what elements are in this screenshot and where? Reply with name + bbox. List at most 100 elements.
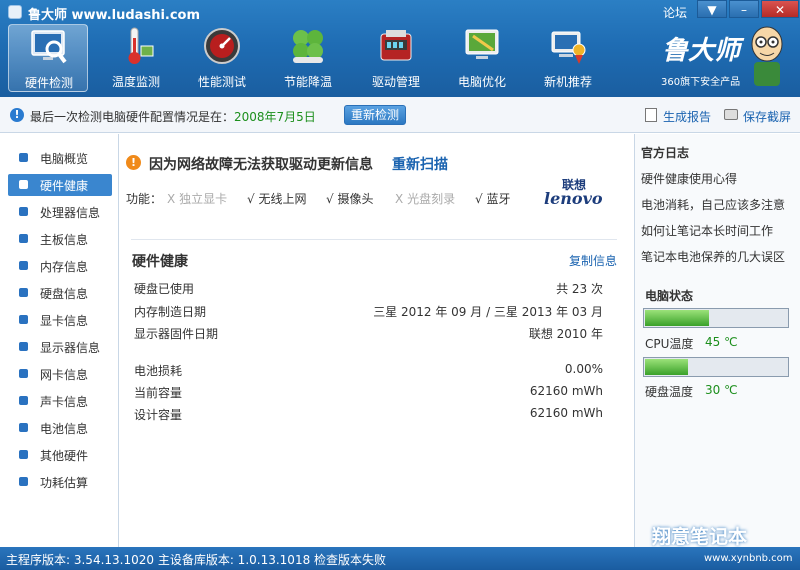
sidebar-item-label: 主板信息 xyxy=(40,233,89,247)
feature-label: 光盘刻录 xyxy=(407,192,456,206)
log-link[interactable]: 电池消耗，自己应该多注意 xyxy=(641,196,785,213)
warning-icon: ! xyxy=(126,155,141,170)
sidebar-item-memory[interactable]: 内存信息 xyxy=(8,255,112,277)
nav-optimize[interactable]: 电脑优化 xyxy=(442,24,522,92)
sidebar-item-label: 功耗估算 xyxy=(40,476,89,490)
minimize-button[interactable]: – xyxy=(729,0,759,18)
nav-label: 节能降温 xyxy=(283,75,332,89)
cpu-temp-bar xyxy=(643,308,789,328)
sidebar-item-overview[interactable]: 电脑概览 xyxy=(8,147,112,169)
row-value: 共 23 次 xyxy=(556,282,603,296)
thermometer-icon xyxy=(128,27,154,64)
square-bullet-icon xyxy=(19,423,28,432)
feature-wifi: √ 无线上网 xyxy=(247,190,307,207)
copy-info-link[interactable]: 复制信息 xyxy=(569,252,617,269)
sidebar-item-label: 显卡信息 xyxy=(40,314,89,328)
sidebar-item-cpu[interactable]: 处理器信息 xyxy=(8,201,112,223)
row-label: 硬盘已使用 xyxy=(134,282,195,296)
sidebar-item-label: 其他硬件 xyxy=(40,449,89,463)
divider xyxy=(131,239,617,240)
nav-energy-saving[interactable]: 节能降温 xyxy=(268,24,348,92)
feature-discrete-gpu: X 独立显卡 xyxy=(167,190,227,207)
menu-dropdown-button[interactable]: ▼ xyxy=(697,0,727,18)
driver-toolbox-icon xyxy=(380,30,412,61)
nav-label: 性能测试 xyxy=(197,75,246,89)
sidebar-item-label: 硬盘信息 xyxy=(40,287,89,301)
sidebar-item-label: 硬件健康 xyxy=(40,179,89,193)
official-log-title: 官方日志 xyxy=(641,146,690,160)
square-bullet-icon xyxy=(19,342,28,351)
sidebar-item-other-hardware[interactable]: 其他硬件 xyxy=(8,444,112,466)
nav-label: 硬件检测 xyxy=(24,76,73,90)
award-pc-icon xyxy=(551,31,586,64)
nav-label: 驱动管理 xyxy=(371,75,420,89)
row-value: 62160 mWh xyxy=(529,406,603,420)
rescan-link[interactable]: 重新扫描 xyxy=(392,154,448,174)
sidebar-item-motherboard[interactable]: 主板信息 xyxy=(8,228,112,250)
nav-label: 新机推荐 xyxy=(543,75,592,89)
close-button[interactable]: ✕ xyxy=(761,0,799,18)
cpu-temp-label: CPU温度 xyxy=(645,337,694,351)
app-logo-icon xyxy=(8,5,22,19)
pc-status-title: 电脑状态 xyxy=(645,289,694,303)
nav-performance[interactable]: 性能测试 xyxy=(182,24,262,92)
log-link[interactable]: 硬件健康使用心得 xyxy=(641,170,737,187)
version-status-text: 主程序版本: 3.54.13.1020 主设备库版本: 1.0.13.1018 … xyxy=(6,553,387,567)
row-value: 联想 2010 年 xyxy=(528,327,603,341)
feature-label: 摄像头 xyxy=(337,192,374,206)
nav-label: 电脑优化 xyxy=(457,75,506,89)
cpu-temp-fill xyxy=(645,310,709,326)
sidebar-item-label: 处理器信息 xyxy=(40,206,101,220)
sidebar-item-network[interactable]: 网卡信息 xyxy=(8,363,112,385)
square-bullet-icon xyxy=(19,288,28,297)
status-bar: 主程序版本: 3.54.13.1020 主设备库版本: 1.0.13.1018 … xyxy=(0,547,800,570)
forum-link[interactable]: 论坛 xyxy=(663,4,687,21)
generate-report-link[interactable]: 生成报告 xyxy=(663,108,711,125)
square-bullet-icon xyxy=(19,369,28,378)
save-screenshot-link[interactable]: 保存截屏 xyxy=(743,108,791,125)
disk-temp-bar xyxy=(643,357,789,377)
sidebar-item-label: 网卡信息 xyxy=(40,368,89,382)
sidebar-item-sound[interactable]: 声卡信息 xyxy=(8,390,112,412)
disk-temp-value: 30 ℃ xyxy=(705,383,738,397)
sidebar-item-label: 电脑概览 xyxy=(40,152,89,166)
window-title: 鲁大师 www.ludashi.com xyxy=(28,8,201,23)
nav-new-pc-recommend[interactable]: 新机推荐 xyxy=(528,24,608,92)
row-value: 0.00% xyxy=(564,362,603,376)
sidebar: 电脑概览 硬件健康 处理器信息 主板信息 内存信息 硬盘信息 显卡信息 显示器信… xyxy=(0,134,119,547)
sidebar-item-battery[interactable]: 电池信息 xyxy=(8,417,112,439)
info-icon: ! xyxy=(10,108,24,122)
feature-label: 独立显卡 xyxy=(179,192,228,206)
log-link[interactable]: 笔记本电池保养的几大误区 xyxy=(641,248,785,265)
square-bullet-icon xyxy=(19,315,28,324)
log-link[interactable]: 如何让笔记本长时间工作 xyxy=(641,222,773,239)
row-label: 电池损耗 xyxy=(134,364,183,378)
main-content: ! 因为网络故障无法获取驱动更新信息 重新扫描 功能： X 独立显卡 √ 无线上… xyxy=(119,134,633,547)
sidebar-item-monitor[interactable]: 显示器信息 xyxy=(8,336,112,358)
feature-mark: √ xyxy=(475,192,483,206)
row-label: 当前容量 xyxy=(134,386,183,400)
sidebar-item-graphics[interactable]: 显卡信息 xyxy=(8,309,112,331)
sidebar-item-label: 显示器信息 xyxy=(40,341,101,355)
sidebar-item-disk[interactable]: 硬盘信息 xyxy=(8,282,112,304)
camera-icon[interactable] xyxy=(724,109,738,120)
brand-logo-text: 鲁大师 xyxy=(662,36,741,66)
sidebar-item-label: 声卡信息 xyxy=(40,395,89,409)
disk-temp-label: 硬盘温度 xyxy=(645,385,694,399)
nav-driver-management[interactable]: 驱动管理 xyxy=(356,24,436,92)
report-document-icon[interactable] xyxy=(645,108,657,122)
square-bullet-icon xyxy=(19,180,28,189)
sidebar-item-hardware-health[interactable]: 硬件健康 xyxy=(8,174,112,196)
clover-icon xyxy=(293,30,323,63)
feature-bluetooth: √ 蓝牙 xyxy=(475,190,511,207)
sidebar-item-power-estimate[interactable]: 功耗估算 xyxy=(8,471,112,493)
nav-hardware-detect[interactable]: 硬件检测 xyxy=(8,24,88,92)
recheck-button[interactable]: 重新检测 xyxy=(344,105,406,125)
feature-mark: X xyxy=(167,192,176,206)
sidebar-item-label: 电池信息 xyxy=(40,422,89,436)
nav-temperature[interactable]: 温度监测 xyxy=(96,24,176,92)
vendor-logo-en: lenovo xyxy=(544,189,603,208)
square-bullet-icon xyxy=(19,261,28,270)
monitor-magnifier-icon xyxy=(31,30,67,64)
cpu-temp-value: 45 ℃ xyxy=(705,335,738,349)
